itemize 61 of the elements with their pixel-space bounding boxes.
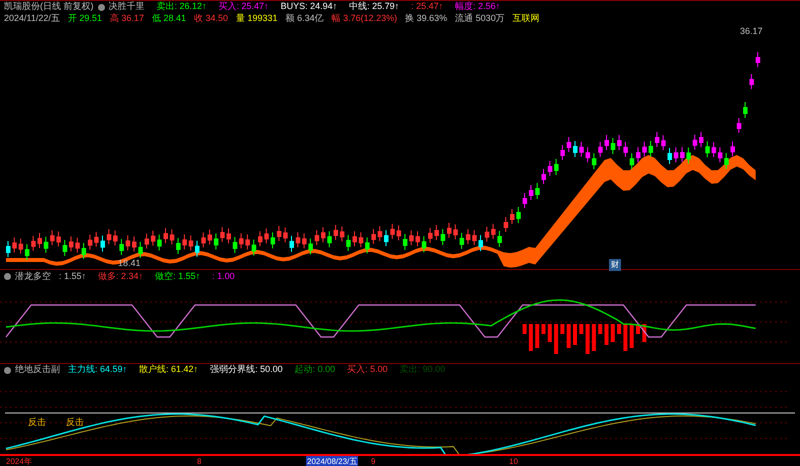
signal-bar bbox=[636, 324, 640, 334]
indicator-name: 决胜千里 bbox=[108, 1, 144, 14]
indicator-name: 潜龙多空 bbox=[15, 270, 51, 283]
signal-bar bbox=[617, 324, 622, 334]
signal-bar bbox=[542, 324, 546, 334]
signal-bar bbox=[630, 324, 634, 348]
indicator-value: 幅 3.76(12.23%) bbox=[332, 12, 398, 26]
signal-bar bbox=[535, 324, 540, 348]
indicator-value: 卖出: 26.12↑ bbox=[156, 1, 207, 14]
indicator-value: : 25.47↑ bbox=[411, 1, 444, 14]
indicator-value: 2024/11/22/五 bbox=[4, 12, 60, 26]
signal-bar bbox=[554, 324, 558, 354]
signal-bar bbox=[573, 324, 577, 346]
indicator-value: 强弱分界线: 50.00 bbox=[210, 363, 283, 376]
indicator-value: 卖出: 90.00 bbox=[400, 363, 446, 376]
date-label: 8 bbox=[196, 456, 202, 466]
indicator-value: 买入: 25.47↑ bbox=[218, 1, 269, 14]
indicator-value: BUYS: 24.94↑ bbox=[280, 1, 338, 14]
signal-bar bbox=[623, 324, 628, 352]
indicator-value: 做多: 2.34↑ bbox=[98, 270, 144, 283]
signal-label: 反击 bbox=[28, 416, 46, 430]
indicator-value: 做空: 1.55↑ bbox=[155, 270, 200, 283]
signal-bar bbox=[642, 324, 646, 342]
indicator-value: 额 6.34亿 bbox=[286, 12, 324, 26]
signal-bar bbox=[598, 324, 602, 334]
indicator-value: 主力线: 64.59↑ bbox=[68, 363, 128, 376]
indicator-value: 换 39.63% bbox=[405, 12, 448, 26]
stock-title: 凯瑞股份(日线 前复权) bbox=[4, 1, 94, 14]
indicator-value: 中线: 25.79↑ bbox=[349, 1, 400, 14]
event-badge[interactable]: 财 bbox=[609, 259, 621, 271]
date-label: 2024年 bbox=[5, 456, 33, 466]
signal-bar bbox=[528, 324, 533, 352]
signal-bar bbox=[579, 324, 584, 334]
date-label: 9 bbox=[370, 456, 376, 466]
indicator-value: 互联网 bbox=[512, 12, 540, 26]
signal-bar bbox=[522, 324, 527, 334]
indicator-value: 量 199331 bbox=[236, 12, 278, 26]
indicator-value: 高 36.17 bbox=[110, 12, 144, 26]
signal-bar bbox=[548, 324, 552, 342]
signal-label: 反击 bbox=[66, 416, 84, 430]
indicator-value: 低 28.41 bbox=[152, 12, 186, 26]
signal-bar bbox=[586, 324, 590, 354]
signal-bar bbox=[560, 324, 564, 334]
signal-bar bbox=[604, 324, 608, 346]
indicator-value: 散户线: 61.42↑ bbox=[139, 363, 198, 376]
indicator-value: : 1.00 bbox=[212, 270, 235, 283]
date-label: 10 bbox=[508, 456, 519, 466]
indicator-value: 流通 5030万 bbox=[455, 12, 505, 26]
signal-bar bbox=[566, 324, 571, 348]
indicator-name: 绝地反击副 bbox=[15, 363, 60, 376]
price-label: 36.17 bbox=[740, 25, 763, 38]
price-label: 18.41 bbox=[118, 257, 141, 270]
indicator-value: : 1.55↑ bbox=[59, 270, 86, 283]
indicator-value: 幅度: 2.56↑ bbox=[455, 1, 500, 14]
date-label: 2024/08/23/五 bbox=[306, 456, 358, 466]
indicator-value: 开 29.51 bbox=[68, 12, 102, 26]
signal-bar bbox=[592, 324, 596, 352]
indicator-value: 收 34.50 bbox=[194, 12, 228, 26]
signal-bar bbox=[610, 324, 615, 342]
indicator-value: 起动: 0.00 bbox=[294, 363, 336, 376]
indicator-value: 买入: 5.00 bbox=[347, 363, 388, 376]
